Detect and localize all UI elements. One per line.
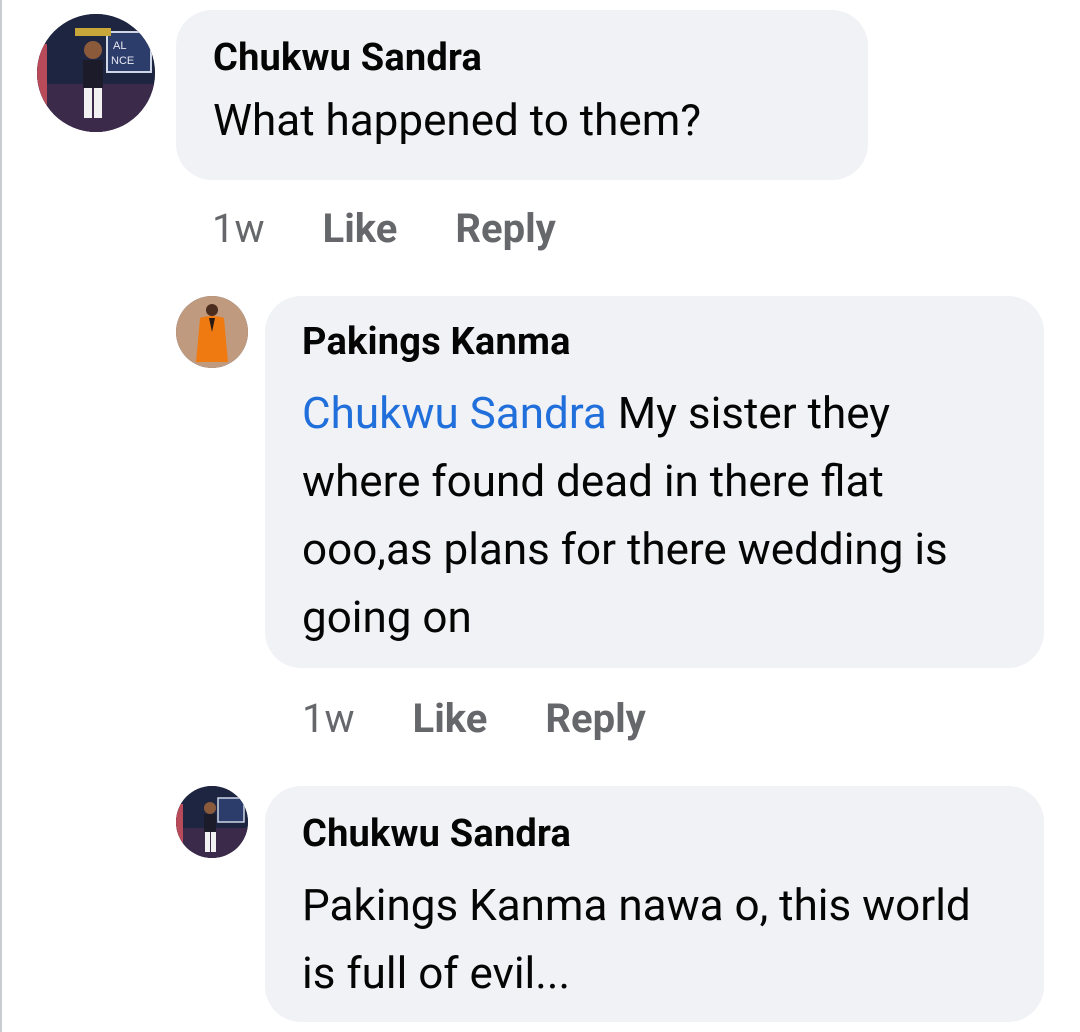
like-button[interactable]: Like [413,695,488,742]
avatar[interactable] [176,786,248,858]
mention-link[interactable]: Chukwu Sandra [302,387,607,439]
comment-text: Pakings Kanma nawa o, this world is full… [302,879,971,999]
profile-photo-man-orange-attire-icon [176,296,248,368]
comment-actions: 1w Like Reply [302,695,704,742]
avatar[interactable] [176,296,248,368]
thread-line [0,0,2,1032]
profile-photo-woman-stage-icon: AL NCE [37,14,155,132]
reply-button[interactable]: Reply [545,695,645,742]
like-button[interactable]: Like [323,205,398,252]
comment-author[interactable]: Chukwu Sandra [302,812,1044,856]
timestamp[interactable]: 1w [212,205,265,252]
comment-actions: 1w Like Reply [212,205,614,252]
timestamp[interactable]: 1w [302,695,355,742]
comment-bubble: Chukwu Sandra What happened to them? [176,10,868,180]
svg-text:NCE: NCE [111,55,134,67]
comment-text: What happened to them? [213,94,702,146]
profile-photo-woman-stage-icon [176,786,248,858]
reply-button[interactable]: Reply [455,205,555,252]
svg-text:AL: AL [113,40,126,52]
comment-author[interactable]: Pakings Kanma [302,320,1044,364]
comment-bubble: Chukwu Sandra Pakings Kanma nawa o, this… [265,786,1044,1022]
comment-bubble: Pakings Kanma Chukwu Sandra My sister th… [265,296,1044,668]
comment-text: Chukwu Sandra My sister they where found… [302,379,1002,651]
avatar[interactable]: AL NCE [37,14,155,132]
comment-author[interactable]: Chukwu Sandra [213,36,868,80]
